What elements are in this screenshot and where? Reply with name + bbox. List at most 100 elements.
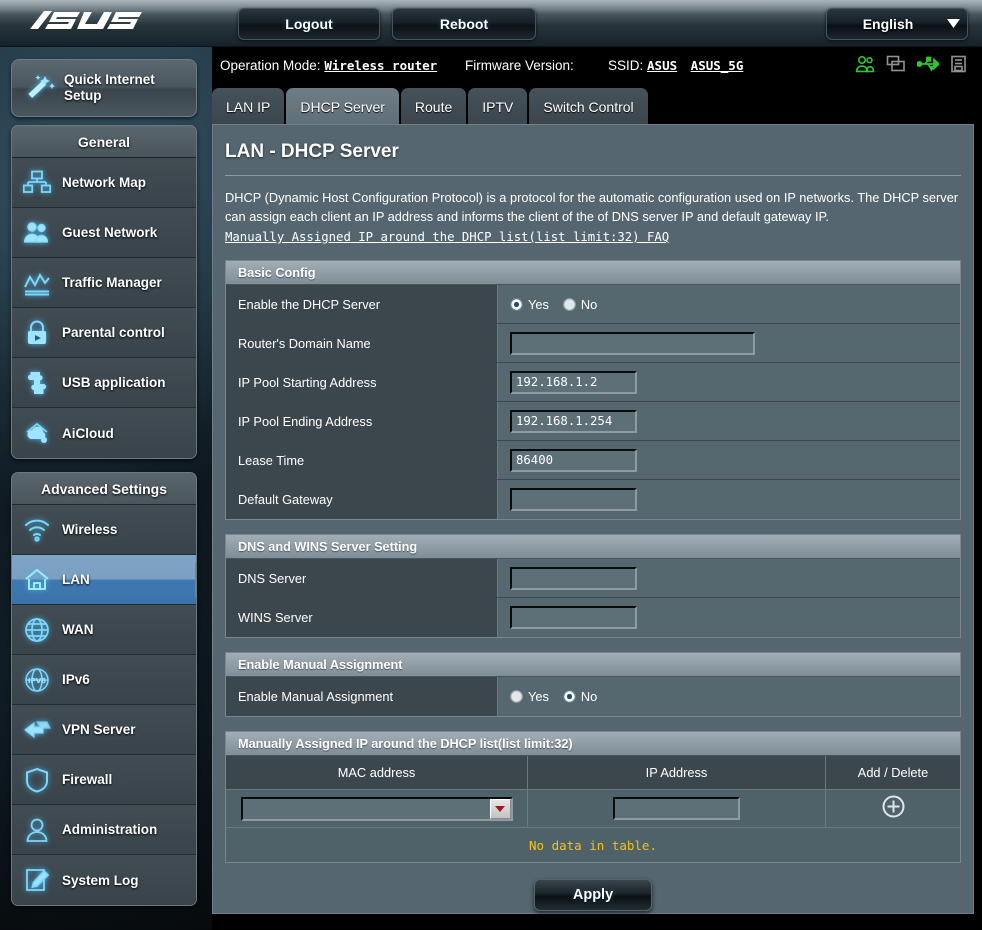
sidebar-item-guest-network[interactable]: Guest Network <box>12 208 196 258</box>
label-enable-dhcp: Enable the DHCP Server <box>226 285 498 323</box>
vpn-server-icon <box>12 718 62 742</box>
sidebar-item-lan[interactable]: LAN <box>12 555 196 605</box>
row-lease-time: Lease Time <box>226 441 960 480</box>
parental-control-icon <box>12 320 62 346</box>
radio-enable-dhcp-no[interactable]: No <box>562 297 597 312</box>
system-log-icon <box>12 867 62 893</box>
label-wins-server: WINS Server <box>226 598 498 637</box>
label-pool-end: IP Pool Ending Address <box>226 402 498 440</box>
ssid-label: SSID: <box>608 58 644 73</box>
sidebar-item-network-map[interactable]: Network Map <box>12 158 196 208</box>
table-header-row: MAC address IP Address Add / Delete <box>226 756 960 790</box>
sidebar-item-wireless[interactable]: Wireless <box>12 505 196 555</box>
cell-mac-select <box>226 790 528 827</box>
quick-internet-setup-button[interactable]: Quick Internet Setup <box>11 59 197 117</box>
tab-label: DHCP Server <box>300 99 385 115</box>
sidebar-item-administration[interactable]: Administration <box>12 805 196 855</box>
default-gateway-input[interactable] <box>510 488 637 511</box>
tab-route[interactable]: Route <box>400 88 467 126</box>
tab-iptv[interactable]: IPTV <box>468 88 528 126</box>
panel-inner: LAN - DHCP Server DHCP (Dynamic Host Con… <box>213 125 973 925</box>
manual-assignment-section: Enable Manual Assignment Enable Manual A… <box>225 652 961 717</box>
reboot-button[interactable]: Reboot <box>392 8 536 40</box>
mac-address-dropdown[interactable] <box>240 796 513 821</box>
ssid-value-5g[interactable]: ASUS_5G <box>691 58 744 73</box>
monitors-icon[interactable] <box>886 55 906 76</box>
dropdown-arrow-icon[interactable] <box>489 798 511 819</box>
sidebar-item-usb-application[interactable]: USB application <box>12 358 196 408</box>
operation-mode-label: Operation Mode: <box>220 58 321 73</box>
sidebar-label: IPv6 <box>62 672 90 687</box>
value-pool-end <box>498 402 960 440</box>
content-panel: LAN - DHCP Server DHCP (Dynamic Host Con… <box>212 124 974 914</box>
active-indicator-arrow <box>195 562 196 598</box>
label-enable-manual-assignment: Enable Manual Assignment <box>226 677 498 716</box>
sidebar-label: Traffic Manager <box>62 275 162 290</box>
row-pool-start: IP Pool Starting Address <box>226 363 960 402</box>
sidebar-label: Administration <box>62 822 158 837</box>
tab-label: LAN IP <box>226 99 271 115</box>
cell-add-button <box>826 790 960 827</box>
tab-lan-ip[interactable]: LAN IP <box>212 88 285 126</box>
reboot-label: Reboot <box>439 16 489 32</box>
ip-address-input[interactable] <box>613 797 740 820</box>
sidebar-item-firewall[interactable]: Firewall <box>12 755 196 805</box>
pool-end-input[interactable] <box>510 409 637 433</box>
usb-icon[interactable] <box>916 55 941 76</box>
tab-dhcp-server[interactable]: DHCP Server <box>286 88 399 126</box>
sidebar-group-advanced: Advanced Settings Wireless LAN WAN IPV6 … <box>11 472 197 906</box>
dns-server-input[interactable] <box>510 566 637 590</box>
tab-label: Switch Control <box>543 99 634 115</box>
sidebar-item-aicloud[interactable]: AiCloud <box>12 408 196 458</box>
sidebar-item-traffic-manager[interactable]: Traffic Manager <box>12 258 196 308</box>
asus-logo <box>28 8 158 36</box>
aicloud-icon <box>12 420 62 446</box>
label-domain-name: Router's Domain Name <box>226 324 498 362</box>
clients-icon[interactable] <box>855 55 875 76</box>
row-domain-name: Router's Domain Name <box>226 324 960 363</box>
value-default-gateway <box>498 480 960 519</box>
domain-name-input[interactable] <box>510 331 755 355</box>
lease-time-input[interactable] <box>510 448 637 472</box>
group-title-advanced: Advanced Settings <box>12 473 196 505</box>
apply-button[interactable]: Apply <box>534 879 652 911</box>
sidebar-item-ipv6[interactable]: IPV6 IPv6 <box>12 655 196 705</box>
basic-config-header: Basic Config <box>226 261 960 285</box>
ssid-value-24g[interactable]: ASUS <box>647 58 677 73</box>
wan-icon <box>12 617 62 643</box>
quick-setup-line1: Quick Internet <box>64 72 155 87</box>
sidebar-item-wan[interactable]: WAN <box>12 605 196 655</box>
radio-manual-yes[interactable]: Yes <box>510 689 549 704</box>
table-input-row <box>226 790 960 828</box>
logout-button[interactable]: Logout <box>238 8 380 40</box>
wins-server-input[interactable] <box>510 606 637 629</box>
row-pool-end: IP Pool Ending Address <box>226 402 960 441</box>
sidebar-label: System Log <box>62 872 139 888</box>
printer-icon[interactable] <box>950 55 970 76</box>
sidebar-item-vpn-server[interactable]: VPN Server <box>12 705 196 755</box>
plus-circle-icon[interactable] <box>882 795 905 823</box>
faq-link[interactable]: Manually Assigned IP around the DHCP lis… <box>225 230 669 244</box>
traffic-manager-icon <box>12 270 62 296</box>
value-dns-server <box>498 559 960 597</box>
column-header-add-delete: Add / Delete <box>857 765 929 780</box>
administration-icon <box>12 817 62 843</box>
language-selector[interactable]: English <box>826 8 968 40</box>
main-content: LAN IP DHCP Server Route IPTV Switch Con… <box>212 86 982 930</box>
sidebar-item-parental-control[interactable]: Parental control <box>12 308 196 358</box>
label-lease-time: Lease Time <box>226 441 498 479</box>
sidebar-label: AiCloud <box>62 425 114 441</box>
sidebar-label: WAN <box>62 622 94 637</box>
row-default-gateway: Default Gateway <box>226 480 960 519</box>
operation-mode-value[interactable]: Wireless router <box>324 58 437 73</box>
column-header-ip: IP Address <box>528 756 826 789</box>
radio-enable-dhcp-yes[interactable]: Yes <box>510 297 549 312</box>
tab-switch-control[interactable]: Switch Control <box>529 88 648 126</box>
radio-manual-no[interactable]: No <box>562 689 597 704</box>
sidebar-label: Guest Network <box>62 225 158 240</box>
sidebar-item-system-log[interactable]: System Log <box>12 855 196 905</box>
row-enable-manual-assignment: Enable Manual Assignment Yes No <box>226 677 960 716</box>
sidebar-label: Wireless <box>62 522 118 537</box>
pool-start-input[interactable] <box>510 370 637 394</box>
status-strip: Operation Mode: Wireless router Firmware… <box>212 47 982 86</box>
